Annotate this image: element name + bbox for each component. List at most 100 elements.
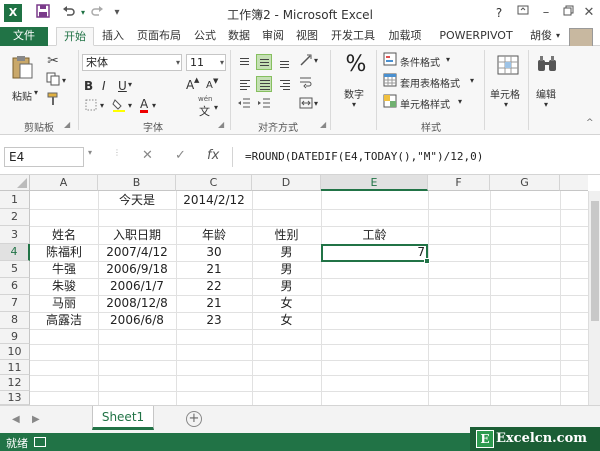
account-dropdown-icon[interactable]: ▾ — [552, 27, 564, 46]
phonetic-dropdown-icon[interactable]: ▾ — [214, 103, 218, 112]
conditional-format-dropdown-icon[interactable]: ▾ — [446, 55, 450, 64]
borders-icon[interactable] — [84, 98, 98, 116]
row-header-1[interactable]: 1 — [0, 191, 30, 209]
column-header-a[interactable]: A — [30, 175, 98, 191]
copy-icon[interactable] — [44, 72, 62, 91]
cell-c8[interactable]: 23 — [176, 312, 252, 329]
help-icon[interactable]: ? — [488, 3, 510, 23]
row-header-7[interactable]: 7 — [0, 295, 30, 312]
italic-button[interactable]: I — [102, 79, 106, 93]
collapse-ribbon-icon[interactable]: ^ — [586, 118, 594, 128]
column-header-e[interactable]: E — [321, 175, 428, 191]
cancel-icon[interactable]: ✕ — [142, 148, 153, 163]
cell-d8[interactable]: 女 — [252, 312, 321, 329]
cell-a5[interactable]: 牛强 — [30, 261, 98, 278]
cell-styles-dropdown-icon[interactable]: ▾ — [458, 97, 462, 106]
row-header-10[interactable]: 10 — [0, 344, 30, 360]
font-name-combo[interactable]: 宋体 ▾ — [82, 54, 182, 71]
cell-d6[interactable]: 男 — [252, 278, 321, 295]
formula-input[interactable]: =ROUND(DATEDIF(E4,TODAY(),"M")/12,0) — [232, 147, 596, 167]
tab-file[interactable]: 文件 — [0, 27, 48, 46]
column-header-c[interactable]: C — [176, 175, 252, 191]
alignment-launcher-icon[interactable]: ◢ — [320, 120, 326, 129]
avatar[interactable] — [569, 28, 593, 48]
row-header-3[interactable]: 3 — [0, 226, 30, 244]
row-header-2[interactable]: 2 — [0, 209, 30, 226]
number-label[interactable]: 数字 — [344, 86, 364, 101]
cell-b3[interactable]: 入职日期 — [98, 227, 176, 244]
row-header-12[interactable]: 12 — [0, 375, 30, 391]
cell-c6[interactable]: 22 — [176, 278, 252, 295]
cut-icon[interactable]: ✂ — [44, 52, 62, 70]
align-right-button[interactable] — [276, 76, 292, 92]
tab-home[interactable]: 开始 — [56, 27, 94, 46]
fill-color-icon[interactable] — [112, 98, 126, 117]
paste-label[interactable]: 粘贴 — [12, 88, 32, 103]
cell-b6[interactable]: 2006/1/7 — [98, 278, 176, 295]
fill-color-dropdown-icon[interactable]: ▾ — [128, 101, 132, 110]
cell-b1[interactable]: 今天是 — [98, 192, 176, 209]
ribbon-display-icon[interactable] — [512, 3, 534, 23]
insert-function-icon[interactable]: fx — [207, 148, 219, 163]
cell-d7[interactable]: 女 — [252, 295, 321, 312]
cell-c4[interactable]: 30 — [176, 244, 252, 261]
cell-d3[interactable]: 性别 — [252, 227, 321, 244]
prev-sheet-icon[interactable]: ◀ — [12, 414, 20, 425]
cell-a7[interactable]: 马丽 — [30, 295, 98, 312]
macro-record-icon[interactable] — [34, 437, 46, 447]
increase-indent-icon[interactable] — [256, 96, 272, 115]
merge-center-icon[interactable] — [298, 96, 314, 115]
conditional-format-button[interactable]: 条件格式 — [400, 54, 440, 69]
cell-d4[interactable]: 男 — [252, 244, 321, 261]
cell-b4[interactable]: 2007/4/12 — [98, 244, 176, 261]
format-painter-icon[interactable] — [44, 92, 62, 111]
cells-dropdown-icon[interactable]: ▾ — [504, 100, 508, 109]
merge-dropdown-icon[interactable]: ▾ — [314, 99, 318, 108]
orientation-icon[interactable] — [298, 53, 314, 73]
decrease-indent-icon[interactable] — [236, 96, 252, 115]
binoculars-icon[interactable] — [534, 54, 560, 78]
grow-font-button[interactable]: A — [186, 78, 194, 92]
tab-data[interactable]: 数据 — [223, 27, 255, 46]
borders-dropdown-icon[interactable]: ▾ — [100, 101, 104, 110]
cell-c1[interactable]: 2014/2/12 — [176, 192, 252, 209]
wrap-text-icon[interactable] — [298, 75, 314, 94]
restore-icon[interactable] — [557, 3, 579, 23]
tab-powerpivot[interactable]: POWERPIVOT — [429, 27, 523, 46]
cell-b8[interactable]: 2006/6/8 — [98, 312, 176, 329]
copy-dropdown-icon[interactable]: ▾ — [62, 76, 66, 85]
underline-dropdown-icon[interactable]: ▾ — [128, 80, 132, 89]
row-header-9[interactable]: 9 — [0, 329, 30, 344]
row-header-4[interactable]: 4 — [0, 244, 30, 261]
number-format-icon[interactable]: % — [341, 52, 371, 78]
column-header-d[interactable]: D — [252, 175, 321, 191]
table-format-icon[interactable] — [382, 73, 398, 92]
tab-view[interactable]: 视图 — [291, 27, 323, 46]
align-center-button[interactable] — [256, 76, 272, 92]
name-box-dropdown-icon[interactable]: ▾ — [88, 148, 92, 157]
align-middle-button[interactable] — [256, 54, 272, 70]
enter-icon[interactable]: ✓ — [175, 148, 186, 163]
row-header-6[interactable]: 6 — [0, 278, 30, 295]
cell-a3[interactable]: 姓名 — [30, 227, 98, 244]
align-bottom-button[interactable] — [276, 54, 292, 70]
worksheet-grid[interactable]: A B C D E F G 1 2 3 4 5 6 7 8 9 10 11 12… — [0, 175, 600, 405]
close-icon[interactable]: ✕ — [578, 3, 600, 23]
column-header-f[interactable]: F — [428, 175, 490, 191]
scrollbar-thumb[interactable] — [591, 201, 599, 321]
phonetic-guide-button[interactable]: 文 — [199, 103, 210, 119]
sheet-tab-sheet1[interactable]: Sheet1 — [92, 406, 154, 430]
clipboard-launcher-icon[interactable]: ◢ — [64, 120, 70, 129]
row-header-11[interactable]: 11 — [0, 360, 30, 375]
paste-icon[interactable] — [10, 54, 34, 82]
paste-dropdown-icon[interactable]: ▾ — [34, 88, 38, 97]
cell-c7[interactable]: 21 — [176, 295, 252, 312]
cell-c3[interactable]: 年龄 — [176, 227, 252, 244]
cell-e3[interactable]: 工龄 — [321, 227, 428, 244]
cell-styles-icon[interactable] — [382, 94, 398, 113]
row-header-13[interactable]: 13 — [0, 391, 30, 405]
table-format-dropdown-icon[interactable]: ▾ — [470, 76, 474, 85]
editing-dropdown-icon[interactable]: ▾ — [544, 100, 548, 109]
row-header-5[interactable]: 5 — [0, 261, 30, 278]
cell-a6[interactable]: 朱骏 — [30, 278, 98, 295]
